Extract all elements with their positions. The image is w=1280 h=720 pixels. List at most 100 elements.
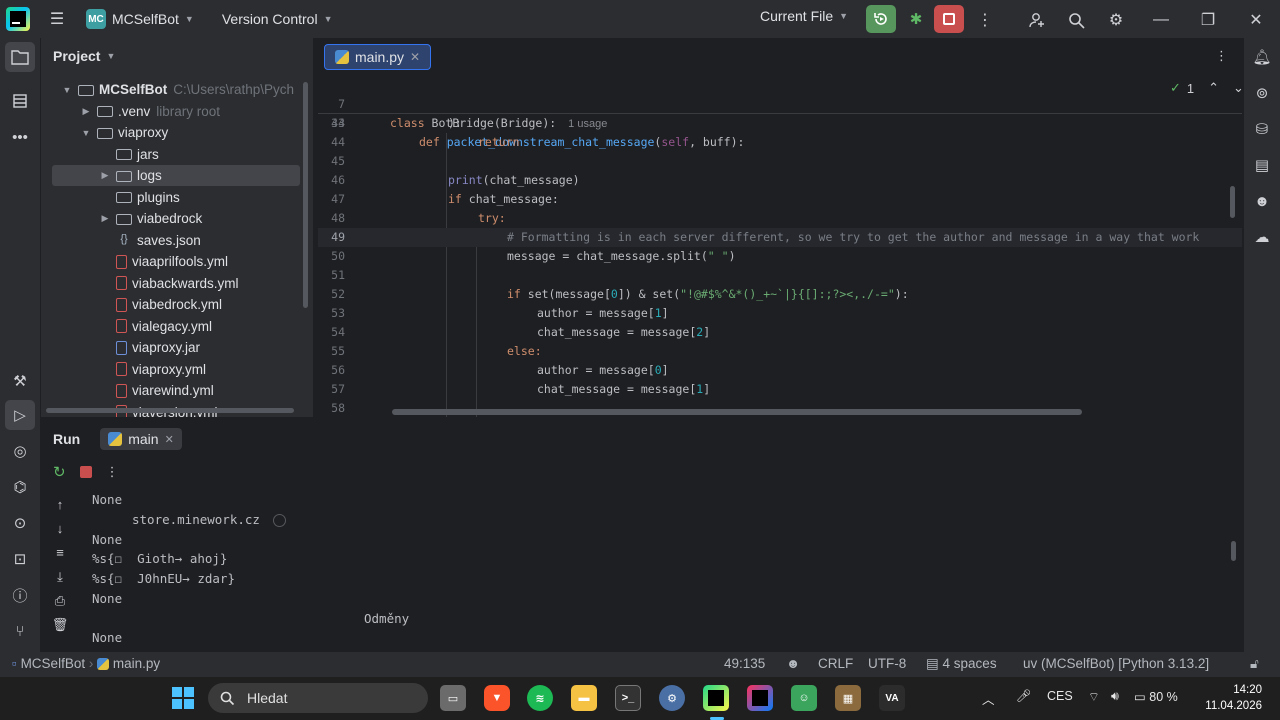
- windows-start-button[interactable]: [170, 685, 196, 711]
- project-vertical-scrollbar[interactable]: [303, 82, 308, 308]
- code-line[interactable]: 54 chat_message = message[2]: [318, 323, 1242, 342]
- run-tab-main[interactable]: main ✕: [100, 428, 182, 450]
- taskbar-clock[interactable]: 14:20 11.04.2026: [1200, 682, 1262, 714]
- sciview-icon[interactable]: ▤: [1247, 150, 1277, 180]
- close-icon[interactable]: ✕: [1241, 5, 1271, 35]
- scroll-down-icon[interactable]: ↓: [51, 521, 69, 536]
- python-packages-icon[interactable]: ◎: [5, 436, 35, 466]
- run-config-selector[interactable]: Current File ▼: [760, 8, 848, 24]
- settings-gear-icon[interactable]: ⚙: [1101, 5, 1131, 35]
- tree-item[interactable]: viaproxy.jar: [41, 337, 301, 358]
- notifications-bell-icon[interactable]: 🔔︎: [1247, 42, 1277, 72]
- problems-icon[interactable]: ⓘ: [5, 580, 35, 610]
- database-icon[interactable]: ⛁: [1247, 114, 1277, 144]
- tree-item[interactable]: jars: [41, 144, 301, 165]
- close-tab-icon[interactable]: ✕: [410, 50, 420, 64]
- code-editor[interactable]: main.py ✕ ⋮ 7 class BotBridge(Bridge): 1 …: [318, 38, 1242, 417]
- git-icon[interactable]: ⑂: [5, 616, 35, 646]
- editor-more-icon[interactable]: ⋮: [1215, 48, 1228, 64]
- sticky-scope-header[interactable]: 7 class BotBridge(Bridge): 1 usage 34 def…: [318, 76, 1242, 149]
- print-icon[interactable]: ⎙: [51, 593, 69, 609]
- code-line[interactable]: 52 if set(message[0]) & set("!@#$%^&*()_+…: [318, 285, 1242, 304]
- chevron-down-icon[interactable]: ▼: [79, 128, 93, 138]
- discord-app-icon[interactable]: ☺: [791, 685, 817, 711]
- code-line[interactable]: 46 print(chat_message): [318, 171, 1242, 190]
- remote-host-icon[interactable]: ☁: [1247, 222, 1277, 252]
- chevron-down-icon[interactable]: ⌄: [1233, 80, 1242, 96]
- code-line[interactable]: 44 return: [318, 133, 1242, 152]
- current-code-line[interactable]: 49 # Formatting is in each server differe…: [318, 228, 1242, 247]
- stop-icon[interactable]: [79, 466, 92, 478]
- tray-overflow-icon[interactable]: ︿: [982, 689, 995, 708]
- chevron-down-icon[interactable]: ▼: [60, 85, 74, 95]
- services-icon[interactable]: ⊙: [5, 508, 35, 538]
- structure-tool-icon[interactable]: [5, 86, 35, 116]
- tree-item[interactable]: {} saves.json: [41, 230, 301, 251]
- file-explorer-icon[interactable]: ▬: [571, 685, 597, 711]
- tree-item[interactable]: vialegacy.yml: [41, 316, 301, 337]
- tree-item[interactable]: ▼ viaproxy: [41, 122, 301, 143]
- editor-horizontal-scrollbar[interactable]: [392, 409, 1082, 415]
- chevron-up-icon[interactable]: ⌃: [1208, 80, 1219, 96]
- editor-vertical-scrollbar[interactable]: [1230, 186, 1235, 218]
- intellij-app-icon[interactable]: [747, 685, 773, 711]
- wifi-icon[interactable]: ⌔: [1088, 689, 1100, 705]
- project-horizontal-scrollbar[interactable]: [46, 408, 294, 413]
- rerun-icon[interactable]: ↻: [53, 463, 66, 481]
- code-line[interactable]: 51: [318, 266, 1242, 285]
- pycharm-logo-icon[interactable]: [6, 7, 30, 31]
- chevron-right-icon[interactable]: ▶: [79, 106, 93, 117]
- line-separator[interactable]: CRLF: [818, 656, 853, 671]
- code-line[interactable]: 53 author = message[1]: [318, 304, 1242, 323]
- chevron-right-icon[interactable]: ▶: [98, 170, 112, 181]
- stop-button[interactable]: [934, 5, 964, 33]
- run-tool-icon[interactable]: ▷: [5, 400, 35, 430]
- file-encoding[interactable]: UTF-8: [868, 656, 906, 671]
- caret-position[interactable]: 49:135: [724, 656, 765, 671]
- terminal-icon[interactable]: ⊡: [5, 544, 35, 574]
- tree-item[interactable]: ▼ MCSelfBot C:\Users\rathp\Pych: [41, 79, 301, 100]
- code-line[interactable]: 47 if chat_message:: [318, 190, 1242, 209]
- tree-item[interactable]: plugins: [41, 187, 301, 208]
- project-tool-icon[interactable]: [5, 42, 35, 72]
- language-indicator[interactable]: CES: [1047, 689, 1073, 703]
- inspection-widget[interactable]: ✓ 1 ⌃ ⌄: [1170, 80, 1242, 96]
- ai-assistant-icon[interactable]: ⊚: [1247, 78, 1277, 108]
- copilot-status-icon[interactable]: ☻: [786, 656, 800, 671]
- console-scrollbar[interactable]: [1231, 541, 1236, 561]
- version-control-widget[interactable]: Version Control ▼: [222, 11, 333, 27]
- soft-wrap-icon[interactable]: ≡: [51, 545, 69, 560]
- tree-item[interactable]: viabedrock.yml: [41, 294, 301, 315]
- breadcrumb-file[interactable]: main.py: [113, 656, 160, 671]
- task-view-app-icon[interactable]: ▭: [440, 685, 466, 711]
- sticky-line[interactable]: 34 def packet_downstream_chat_message(se…: [318, 95, 1242, 149]
- tree-item[interactable]: viaproxy.yml: [41, 359, 301, 380]
- read-only-toggle-icon[interactable]: 🔓︎: [1250, 656, 1259, 672]
- spotify-icon[interactable]: ≋: [527, 685, 553, 711]
- code-line[interactable]: 45: [318, 152, 1242, 171]
- build-tools-icon[interactable]: ⚒: [5, 366, 35, 396]
- restore-icon[interactable]: ❐: [1193, 5, 1223, 35]
- scroll-up-icon[interactable]: ↑: [51, 497, 69, 512]
- indent-setting[interactable]: ▤ 4 spaces: [926, 656, 997, 672]
- close-tab-icon[interactable]: ✕: [165, 433, 174, 446]
- hamburger-menu-icon[interactable]: ☰: [42, 4, 72, 34]
- editor-tab-main-py[interactable]: main.py ✕: [324, 44, 432, 70]
- more-options-icon[interactable]: ⋮: [106, 464, 119, 480]
- project-widget[interactable]: MC MCSelfBot ▼: [86, 9, 194, 29]
- python-interpreter[interactable]: uv (MCSelfBot) [Python 3.13.2]: [1023, 656, 1209, 671]
- settings-app-icon[interactable]: ⚙: [659, 685, 685, 711]
- more-tools-icon[interactable]: •••: [5, 122, 35, 152]
- pycharm-app-icon[interactable]: [703, 685, 729, 711]
- add-user-icon[interactable]: [1022, 5, 1052, 35]
- scroll-to-end-icon[interactable]: ⤓: [51, 569, 69, 585]
- tree-item[interactable]: ▶ .venv library root: [41, 101, 301, 122]
- tree-item[interactable]: viabackwards.yml: [41, 273, 301, 294]
- microphone-icon[interactable]: 🎤︎: [1016, 689, 1032, 704]
- taskbar-search-box[interactable]: Hledat: [208, 683, 428, 713]
- code-line[interactable]: 56 author = message[0]: [318, 361, 1242, 380]
- terminal-app-icon[interactable]: >_: [615, 685, 641, 711]
- code-line[interactable]: 55 else:: [318, 342, 1242, 361]
- clear-all-icon[interactable]: 🗑︎: [51, 617, 69, 633]
- python-console-icon[interactable]: ⌬: [5, 472, 35, 502]
